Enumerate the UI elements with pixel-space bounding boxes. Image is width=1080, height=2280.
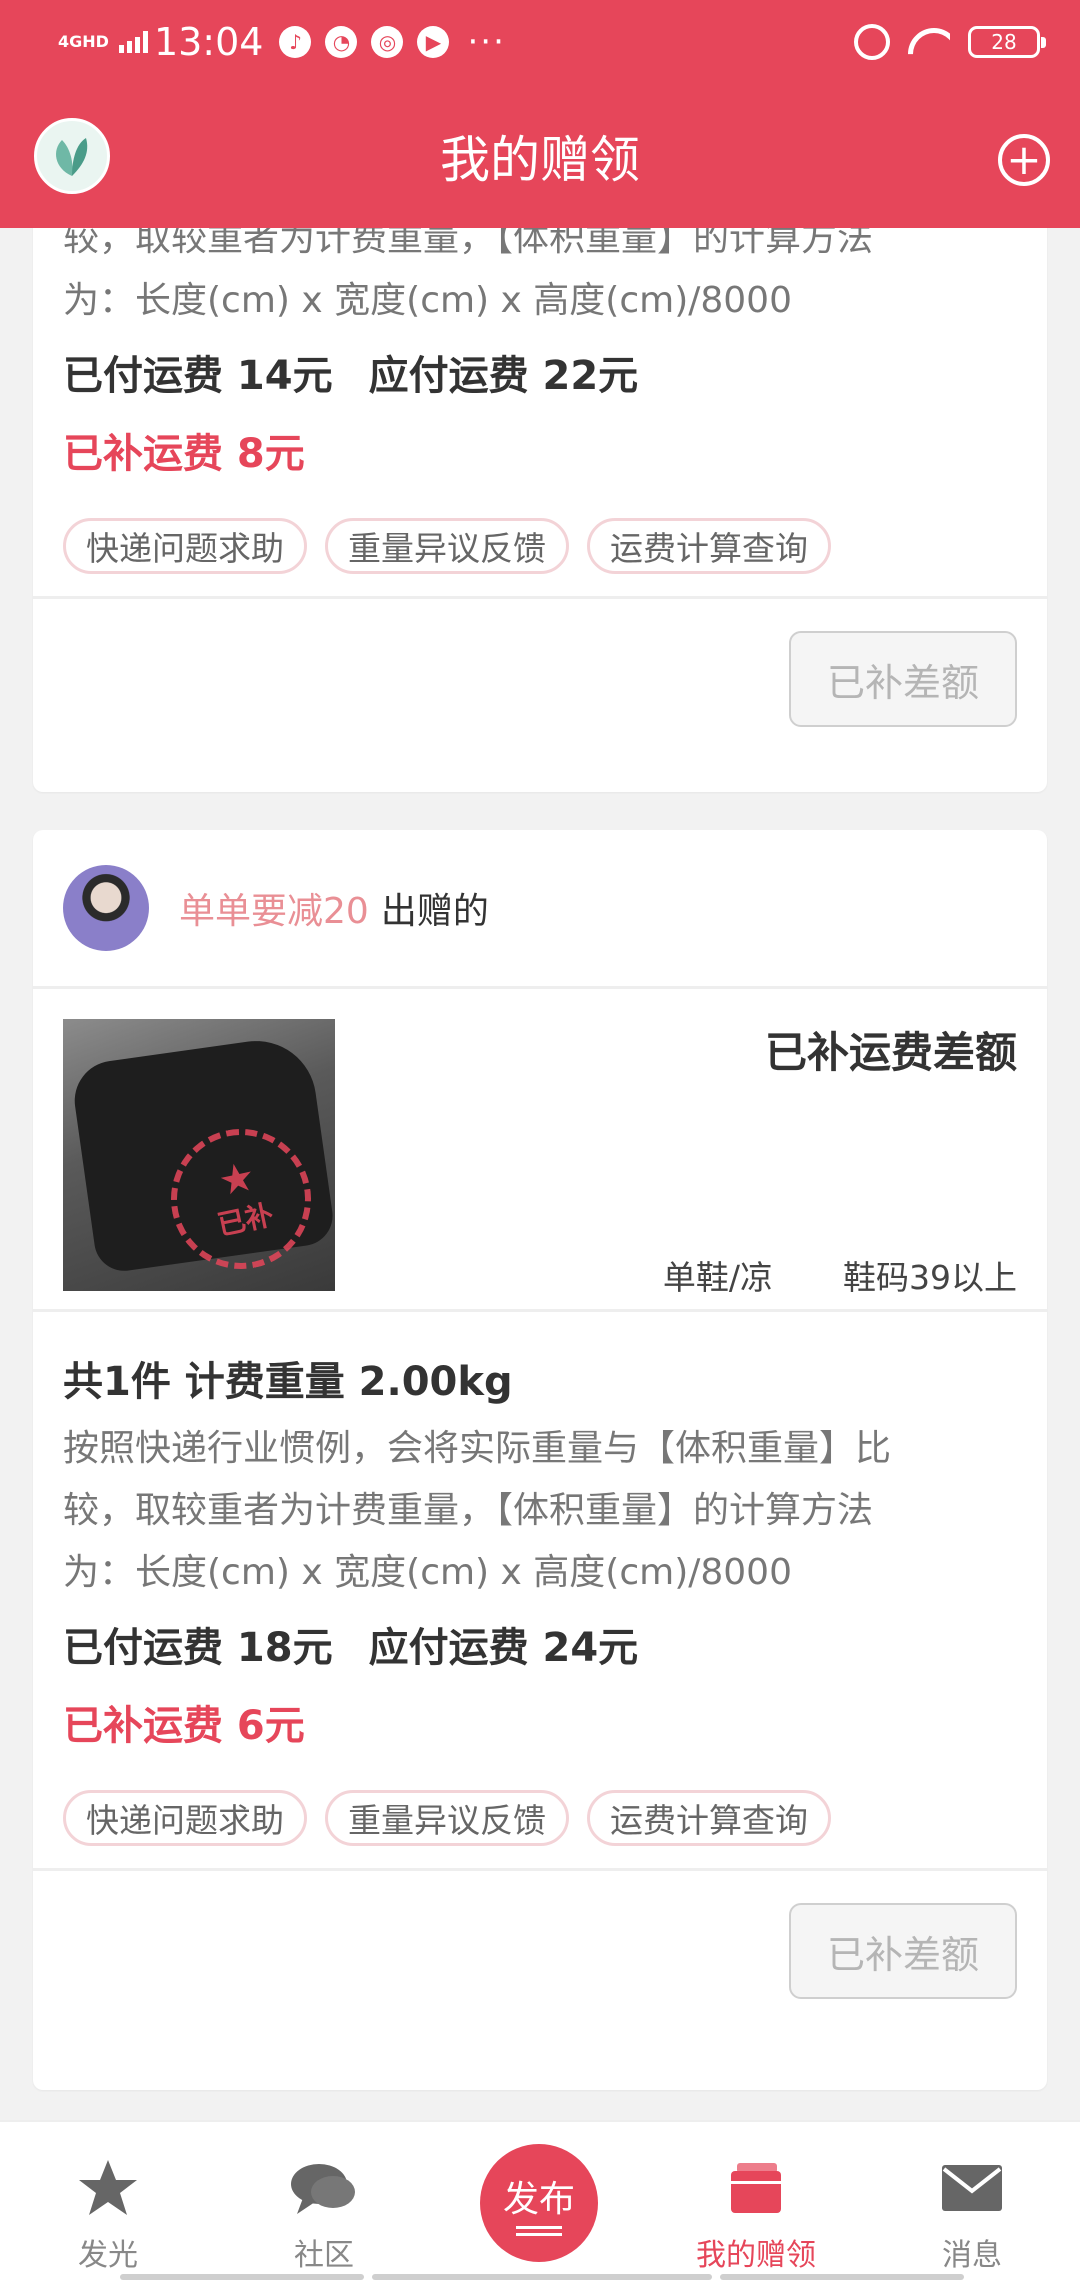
tag-express-help[interactable]: 快递问题求助 <box>63 518 307 574</box>
add-icon[interactable]: + <box>998 134 1050 186</box>
paid-fee: 已付运费 14元 <box>63 353 333 399</box>
product-row[interactable]: ★ 已补 已补运费差额 单鞋/凉 鞋码39以上 <box>33 989 1047 1309</box>
fee-info: 共1件 计费重量 2.00kg 按照快递行业惯例，会将实际重量与【体积重量】比 … <box>33 1312 1047 1846</box>
home-indicator <box>0 2274 1080 2280</box>
top-bar: 4GHD 13:04 ♪ ◔ ◎ ▶ ··· 28 我的赠领 + <box>0 0 1080 228</box>
nav-label: 消息 <box>942 2238 1002 2273</box>
tag-list: 快递问题求助 重量异议反馈 运费计算查询 <box>63 1790 1017 1846</box>
status-time: 13:04 <box>153 20 264 64</box>
weight-summary: 共1件 计费重量 2.00kg <box>63 1359 513 1405</box>
description-line: 为：长度(cm) x 宽度(cm) x 高度(cm)/8000 <box>63 280 792 321</box>
speed-icon: ◔ <box>325 26 358 58</box>
fee-info: 较，取较重者为计费重量，【体积重量】的计算方法 为：长度(cm) x 宽度(cm… <box>33 228 1047 574</box>
extra-fee: 已补运费 8元 <box>63 431 305 477</box>
wechat-icon: ◎ <box>371 26 404 58</box>
product-image[interactable]: ★ 已补 <box>63 1019 335 1291</box>
due-fee: 应付运费 22元 <box>368 353 639 399</box>
signal-icon <box>118 31 148 53</box>
weight-description: 较，取较重者为计费重量，【体积重量】的计算方法 为：长度(cm) x 宽度(cm… <box>63 228 1017 332</box>
nav-item-messages[interactable]: 消息 <box>892 2122 1052 2280</box>
gift-box-icon <box>727 2156 785 2220</box>
publish-icon <box>516 2226 562 2229</box>
bottom-nav: 发光 社区 发布 我的赠领 消息 <box>0 2120 1080 2280</box>
page-title: 我的赠领 <box>440 131 640 189</box>
publish-button[interactable]: 发布 <box>480 2144 598 2262</box>
paid-difference-button[interactable]: 已补差额 <box>789 631 1017 727</box>
chat-bubble-icon <box>289 2156 359 2220</box>
description-line: 较，取较重者为计费重量，【体积重量】的计算方法 <box>63 1490 874 1531</box>
battery-level: 28 <box>991 30 1017 54</box>
gift-list[interactable]: 较，取较重者为计费重量，【体积重量】的计算方法 为：长度(cm) x 宽度(cm… <box>0 228 1080 2120</box>
tag-weight-dispute[interactable]: 重量异议反馈 <box>325 518 569 574</box>
wifi-icon <box>908 26 950 58</box>
nav-label: 社区 <box>294 2238 354 2273</box>
avatar[interactable] <box>63 865 149 951</box>
attr-category: 单鞋/凉 <box>662 1258 773 1297</box>
paid-fee: 已付运费 18元 <box>63 1625 333 1671</box>
publish-icon-line <box>516 2233 562 2236</box>
gift-card: 单单要减20 出赠的 ★ 已补 已补运费差额 单鞋/凉 鞋码39以上 共1件 计… <box>33 830 1047 2090</box>
fee-row: 已付运费 14元 应付运费 22元 <box>63 346 1017 406</box>
tag-fee-query[interactable]: 运费计算查询 <box>587 1790 831 1846</box>
paid-difference-button[interactable]: 已补差额 <box>789 1903 1017 1999</box>
nav-item-shine[interactable]: 发光 <box>28 2122 188 2280</box>
due-fee: 应付运费 24元 <box>368 1625 639 1671</box>
mail-icon <box>940 2156 1004 2220</box>
description-line: 为：长度(cm) x 宽度(cm) x 高度(cm)/8000 <box>63 1552 792 1593</box>
giver-action: 出赠的 <box>380 891 489 932</box>
product-attributes: 单鞋/凉 鞋码39以上 <box>663 1251 1017 1299</box>
description-line: 按照快递行业惯例，会将实际重量与【体积重量】比 <box>63 1428 892 1469</box>
more-indicator: ··· <box>467 22 506 62</box>
nav-label: 我的赠领 <box>696 2238 816 2273</box>
nav-item-my-gifts[interactable]: 我的赠领 <box>676 2122 836 2280</box>
status-bar: 4GHD 13:04 ♪ ◔ ◎ ▶ ··· 28 <box>0 0 1080 84</box>
fee-row: 已付运费 18元 应付运费 24元 <box>63 1618 1017 1678</box>
weight-description: 按照快递行业惯例，会将实际重量与【体积重量】比 较，取较重者为计费重量，【体积重… <box>63 1418 1017 1604</box>
giver-name[interactable]: 单单要减20 <box>179 882 369 934</box>
app-header: 我的赠领 + <box>0 84 1080 228</box>
star-icon <box>77 2156 139 2220</box>
tag-list: 快递问题求助 重量异议反馈 运费计算查询 <box>63 518 1017 574</box>
nav-label: 发光 <box>78 2238 138 2273</box>
tag-weight-dispute[interactable]: 重量异议反馈 <box>325 1790 569 1846</box>
publish-label: 发布 <box>502 2179 575 2220</box>
status-title: 已补运费差额 <box>764 1028 1017 1077</box>
giver-row: 单单要减20 出赠的 <box>33 830 1047 986</box>
network-indicator: 4GHD <box>58 32 109 51</box>
tag-fee-query[interactable]: 运费计算查询 <box>587 518 831 574</box>
battery-icon: 28 <box>968 26 1046 58</box>
description-line: 较，取较重者为计费重量，【体积重量】的计算方法 <box>63 228 874 259</box>
tag-express-help[interactable]: 快递问题求助 <box>63 1790 307 1846</box>
card-actions: 已补差额 <box>33 599 1047 757</box>
nav-item-community[interactable]: 社区 <box>244 2122 404 2280</box>
extra-fee: 已补运费 6元 <box>63 1703 305 1749</box>
tiktok-icon: ♪ <box>279 26 312 58</box>
attr-size: 鞋码39以上 <box>843 1258 1017 1297</box>
gift-card: 较，取较重者为计费重量，【体积重量】的计算方法 为：长度(cm) x 宽度(cm… <box>33 228 1047 792</box>
alarm-icon <box>854 24 890 60</box>
video-icon: ▶ <box>417 26 450 58</box>
card-actions: 已补差额 <box>33 1871 1047 2029</box>
